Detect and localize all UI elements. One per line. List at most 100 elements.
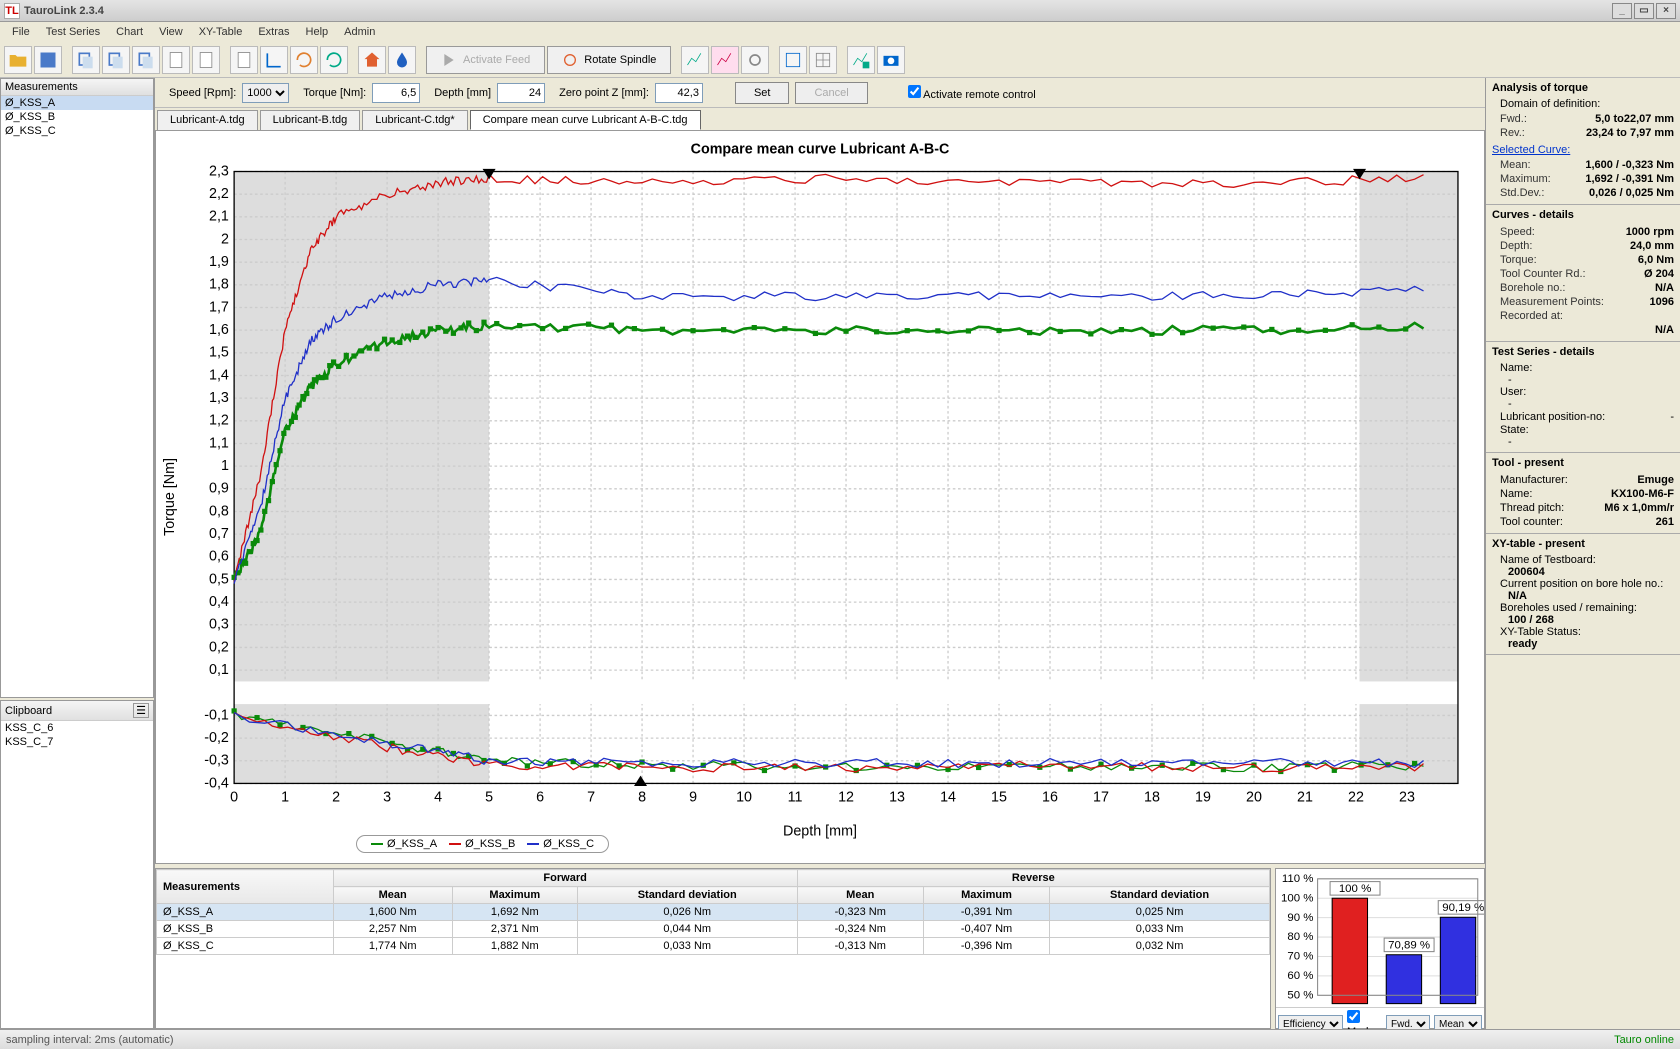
minimize-button[interactable]: _ bbox=[1612, 3, 1632, 19]
tab[interactable]: Lubricant-C.tdg* bbox=[362, 110, 468, 130]
app-icon: TL bbox=[4, 3, 20, 19]
svg-text:2,3: 2,3 bbox=[209, 163, 229, 179]
svg-text:1,5: 1,5 bbox=[209, 345, 229, 361]
depth-label: Depth [mm] bbox=[434, 87, 491, 99]
details-panel: Analysis of torque Domain of definition:… bbox=[1485, 78, 1680, 1029]
remote-checkbox[interactable]: Activate remote control bbox=[908, 85, 1036, 101]
maximize-button[interactable]: ▭ bbox=[1634, 3, 1654, 19]
axes-icon[interactable] bbox=[260, 46, 288, 74]
svg-text:-0,1: -0,1 bbox=[204, 707, 229, 723]
layout1-icon[interactable] bbox=[779, 46, 807, 74]
fwd-select[interactable]: Fwd. bbox=[1386, 1015, 1430, 1029]
marks-checkbox[interactable]: Marks bbox=[1347, 1010, 1382, 1029]
clipboard-menu-icon[interactable]: ☰ bbox=[133, 703, 149, 718]
svg-text:15: 15 bbox=[991, 790, 1007, 806]
svg-text:0,6: 0,6 bbox=[209, 549, 229, 565]
status-online: Tauro online bbox=[1614, 1034, 1674, 1046]
svg-text:0,9: 0,9 bbox=[209, 481, 229, 497]
torque-input[interactable] bbox=[372, 83, 420, 103]
refresh-icon[interactable] bbox=[290, 46, 318, 74]
set-button[interactable]: Set bbox=[735, 82, 790, 104]
svg-text:2: 2 bbox=[221, 231, 229, 247]
tab[interactable]: Lubricant-A.tdg bbox=[157, 110, 258, 130]
menu-admin[interactable]: Admin bbox=[336, 24, 383, 40]
chart-area[interactable]: 01234567891011121314151617181920212223-0… bbox=[155, 130, 1485, 864]
copy3-icon[interactable] bbox=[132, 46, 160, 74]
drop-icon[interactable] bbox=[388, 46, 416, 74]
tab[interactable]: Compare mean curve Lubricant A-B-C.tdg bbox=[470, 110, 701, 130]
activate-feed-button[interactable]: Activate Feed bbox=[426, 46, 545, 74]
doc2-icon[interactable] bbox=[192, 46, 220, 74]
svg-text:0,7: 0,7 bbox=[209, 526, 229, 542]
svg-text:Depth [mm]: Depth [mm] bbox=[783, 824, 857, 840]
measurements-list[interactable]: Ø_KSS_AØ_KSS_BØ_KSS_C bbox=[1, 96, 153, 138]
svg-text:4: 4 bbox=[434, 790, 442, 806]
menu-file[interactable]: File bbox=[4, 24, 38, 40]
measurement-item[interactable]: Ø_KSS_B bbox=[1, 110, 153, 124]
close-button[interactable]: × bbox=[1656, 3, 1676, 19]
svg-text:11: 11 bbox=[788, 790, 803, 806]
export-icon[interactable] bbox=[847, 46, 875, 74]
gear-icon[interactable] bbox=[741, 46, 769, 74]
measurement-item[interactable]: Ø_KSS_A bbox=[1, 96, 153, 110]
svg-text:-0,2: -0,2 bbox=[204, 730, 229, 746]
chart2-icon[interactable] bbox=[711, 46, 739, 74]
menu-extras[interactable]: Extras bbox=[250, 24, 297, 40]
status-bar: sampling interval: 2ms (automatic) Tauro… bbox=[0, 1029, 1680, 1049]
analysis-title: Analysis of torque bbox=[1492, 82, 1674, 94]
grid-icon[interactable] bbox=[809, 46, 837, 74]
svg-text:23: 23 bbox=[1399, 790, 1415, 806]
svg-text:2: 2 bbox=[332, 790, 340, 806]
svg-text:7: 7 bbox=[587, 790, 595, 806]
svg-text:1,7: 1,7 bbox=[209, 299, 229, 315]
menu-help[interactable]: Help bbox=[298, 24, 337, 40]
svg-text:50 %: 50 % bbox=[1287, 989, 1313, 1001]
refresh2-icon[interactable] bbox=[320, 46, 348, 74]
depth-input[interactable] bbox=[497, 83, 545, 103]
mean-select[interactable]: Mean bbox=[1434, 1015, 1482, 1029]
zero-input[interactable] bbox=[655, 83, 703, 103]
measurement-item[interactable]: Ø_KSS_C bbox=[1, 124, 153, 138]
save-icon[interactable] bbox=[34, 46, 62, 74]
speed-select[interactable]: 1000 bbox=[242, 83, 289, 103]
menu-chart[interactable]: Chart bbox=[108, 24, 151, 40]
cancel-button[interactable]: Cancel bbox=[795, 82, 867, 104]
svg-text:17: 17 bbox=[1093, 790, 1109, 806]
svg-text:Compare mean curve Lubricant A: Compare mean curve Lubricant A-B-C bbox=[691, 141, 950, 157]
camera-icon[interactable] bbox=[877, 46, 905, 74]
clipboard-item[interactable]: KSS_C_7 bbox=[1, 735, 153, 749]
copy2-icon[interactable] bbox=[102, 46, 130, 74]
selected-curve-link[interactable]: Selected Curve: bbox=[1492, 144, 1674, 156]
svg-text:-0,4: -0,4 bbox=[204, 775, 229, 791]
open-icon[interactable] bbox=[4, 46, 32, 74]
svg-text:1,2: 1,2 bbox=[209, 413, 229, 429]
tab[interactable]: Lubricant-B.tdg bbox=[260, 110, 361, 130]
menu-xy-table[interactable]: XY-Table bbox=[191, 24, 251, 40]
svg-text:1: 1 bbox=[221, 458, 229, 474]
clipboard-header: Clipboard bbox=[5, 705, 52, 717]
copy-icon[interactable] bbox=[72, 46, 100, 74]
rotate-spindle-button[interactable]: Rotate Spindle bbox=[547, 46, 671, 74]
efficiency-select[interactable]: Efficiency bbox=[1278, 1015, 1343, 1029]
svg-text:0,3: 0,3 bbox=[209, 617, 229, 633]
clipboard-item[interactable]: KSS_C_6 bbox=[1, 721, 153, 735]
svg-text:10: 10 bbox=[736, 790, 752, 806]
doc1-icon[interactable] bbox=[162, 46, 190, 74]
titlebar: TL TauroLink 2.3.4 _ ▭ × bbox=[0, 0, 1680, 22]
svg-text:1,4: 1,4 bbox=[209, 367, 229, 383]
svg-text:12: 12 bbox=[838, 790, 854, 806]
status-left: sampling interval: 2ms (automatic) bbox=[6, 1034, 174, 1046]
menu-view[interactable]: View bbox=[151, 24, 191, 40]
doc3-icon[interactable] bbox=[230, 46, 258, 74]
clipboard-list[interactable]: KSS_C_6KSS_C_7 bbox=[1, 721, 153, 749]
bar-chart-panel: 110 %100 %90 %80 %70 %60 %50 %100 %70,89… bbox=[1275, 868, 1485, 1029]
svg-text:20: 20 bbox=[1246, 790, 1262, 806]
svg-text:0,5: 0,5 bbox=[209, 571, 229, 587]
svg-text:0,1: 0,1 bbox=[209, 662, 229, 678]
menu-test series[interactable]: Test Series bbox=[38, 24, 108, 40]
chart1-icon[interactable] bbox=[681, 46, 709, 74]
home-icon[interactable] bbox=[358, 46, 386, 74]
svg-text:80 %: 80 % bbox=[1287, 931, 1313, 943]
svg-text:0,2: 0,2 bbox=[209, 639, 229, 655]
svg-text:1,9: 1,9 bbox=[209, 254, 229, 270]
